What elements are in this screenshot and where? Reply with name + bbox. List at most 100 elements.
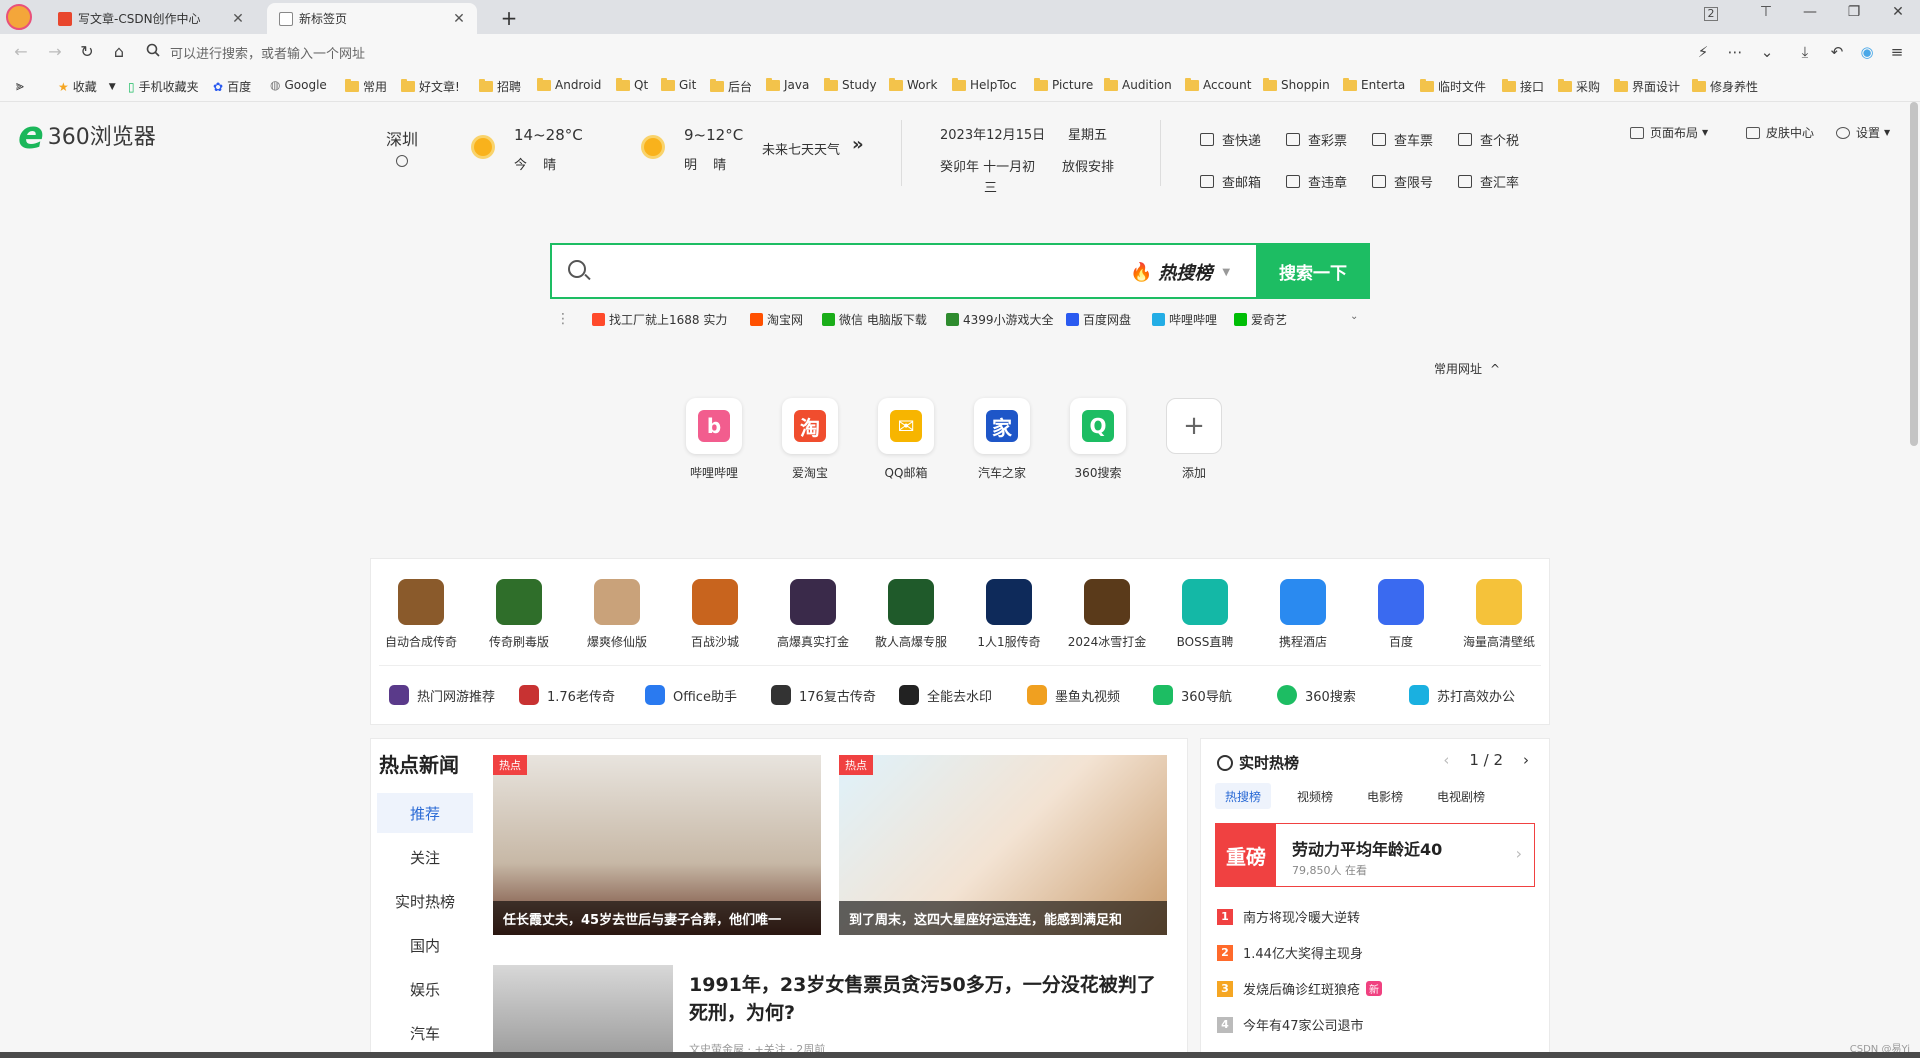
- game-link[interactable]: 360导航: [1153, 685, 1232, 705]
- game-link[interactable]: 360搜索: [1277, 685, 1356, 705]
- chevron-down-icon[interactable]: ⌄: [1350, 311, 1358, 322]
- bookmark-folder[interactable]: 好文章!: [401, 78, 460, 95]
- game-item[interactable]: 爆爽修仙版: [569, 579, 665, 650]
- bookmark-mobile[interactable]: ▯ 手机收藏夹: [128, 78, 199, 95]
- bookmark-baidu[interactable]: ✿ 百度: [213, 78, 251, 95]
- news-category-trending[interactable]: 实时热榜: [377, 881, 473, 921]
- query-plate[interactable]: 查限号: [1372, 172, 1433, 191]
- hot-rank-item[interactable]: 1 南方将现冷暖大逆转: [1217, 907, 1360, 926]
- bookmark-folder[interactable]: HelpToc: [952, 77, 1017, 92]
- game-link[interactable]: 176复古传奇: [771, 685, 876, 705]
- hot-search-dropdown[interactable]: 🔥 热搜榜 ▼: [1130, 259, 1230, 285]
- bookmark-folder[interactable]: Android: [537, 77, 601, 92]
- hot-rank-item[interactable]: 3 发烧后确诊红斑狼疮新: [1217, 979, 1383, 998]
- back-icon[interactable]: ←: [10, 42, 32, 61]
- hot-link[interactable]: 百度网盘: [1066, 311, 1131, 328]
- news-category-auto[interactable]: 汽车: [377, 1013, 473, 1053]
- shortcut-taobao[interactable]: 淘 爱淘宝: [777, 398, 843, 481]
- hot-rank-item[interactable]: 4 今年有47家公司退市: [1217, 1015, 1364, 1034]
- bookmark-folder[interactable]: 招聘: [479, 78, 521, 95]
- more-vertical-icon[interactable]: ⋮: [556, 311, 570, 327]
- settings-button[interactable]: 设置 ▼: [1836, 124, 1890, 141]
- search-button[interactable]: 搜索一下: [1256, 243, 1370, 299]
- sidebar-toggle-icon[interactable]: ⫸: [16, 78, 24, 94]
- game-link[interactable]: Office助手: [645, 685, 737, 705]
- tab-newtab[interactable]: 新标签页 ✕: [267, 3, 477, 34]
- lightning-icon[interactable]: ⚡: [1692, 43, 1714, 61]
- undo-icon[interactable]: ↶: [1826, 43, 1848, 61]
- tab-video[interactable]: 视频榜: [1287, 783, 1343, 809]
- shortcut-add[interactable]: + 添加: [1161, 398, 1227, 481]
- bookmark-favorites[interactable]: ★ 收藏 ▼: [58, 78, 116, 95]
- chevron-down-icon[interactable]: ⌄: [1756, 43, 1778, 61]
- news-card[interactable]: 热点 到了周末，这四大星座好运连连，能感到满足和: [839, 755, 1167, 935]
- query-train[interactable]: 查车票: [1372, 130, 1433, 149]
- forward-icon[interactable]: →: [44, 42, 66, 61]
- app-item[interactable]: 海量高清壁纸: [1451, 579, 1547, 650]
- menu-icon[interactable]: ≡: [1886, 43, 1908, 61]
- top-headline-card[interactable]: 重磅 劳动力平均年龄近40 79,850人 在看 ›: [1215, 823, 1535, 887]
- shortcut-qqmail[interactable]: ✉ QQ邮箱: [873, 398, 939, 481]
- bookmark-folder[interactable]: Git: [661, 77, 696, 92]
- app-item[interactable]: 百度: [1353, 579, 1449, 650]
- bookmark-folder[interactable]: Enterta: [1343, 77, 1405, 92]
- game-link[interactable]: 墨鱼丸视频: [1027, 685, 1120, 705]
- bookmark-folder[interactable]: Study: [824, 77, 877, 92]
- game-link[interactable]: 全能去水印: [899, 685, 992, 705]
- new-tab-button[interactable]: +: [498, 6, 520, 30]
- profile-avatar[interactable]: [6, 4, 32, 30]
- game-link[interactable]: 1.76老传奇: [519, 685, 615, 705]
- hot-link[interactable]: 哔哩哔哩: [1152, 311, 1217, 328]
- game-link[interactable]: 热门网游推荐: [389, 685, 495, 705]
- hot-link[interactable]: 微信 电脑版下载: [822, 311, 927, 328]
- bookmark-folder[interactable]: Java: [766, 77, 809, 92]
- extension-icon[interactable]: ◉: [1856, 43, 1878, 61]
- hot-link[interactable]: 找工厂就上1688 实力: [592, 311, 727, 328]
- hot-rank-item[interactable]: 2 1.44亿大奖得主现身: [1217, 943, 1363, 962]
- skin-shirt-icon[interactable]: ⊤: [1746, 4, 1786, 20]
- shortcut-bilibili[interactable]: b 哔哩哔哩: [681, 398, 747, 481]
- seven-day-forecast-link[interactable]: 未来七天天气: [762, 139, 840, 158]
- game-item[interactable]: 百战沙城: [667, 579, 763, 650]
- hot-link[interactable]: 淘宝网: [750, 311, 803, 328]
- query-tax[interactable]: 查个税: [1458, 130, 1519, 149]
- tab-tv[interactable]: 电视剧榜: [1427, 783, 1495, 809]
- game-link[interactable]: 苏打高效办公: [1409, 685, 1515, 705]
- bookmark-folder[interactable]: 采购: [1558, 78, 1600, 95]
- query-lottery[interactable]: 查彩票: [1286, 130, 1347, 149]
- query-mail[interactable]: 查邮箱: [1200, 172, 1261, 191]
- shortcut-autohome[interactable]: 家 汽车之家: [969, 398, 1035, 481]
- app-item[interactable]: 携程酒店: [1255, 579, 1351, 650]
- next-page-icon[interactable]: ›: [1523, 751, 1529, 769]
- holiday-link[interactable]: 放假安排: [1062, 156, 1114, 175]
- page-scrollbar[interactable]: [1910, 102, 1918, 446]
- tab-hot-search[interactable]: 热搜榜: [1215, 783, 1272, 809]
- page-layout-button[interactable]: 页面布局 ▼: [1630, 124, 1708, 141]
- skin-center-button[interactable]: 皮肤中心: [1746, 124, 1814, 141]
- bookmark-folder[interactable]: Account: [1185, 77, 1251, 92]
- game-item[interactable]: 1人1服传奇: [961, 579, 1057, 650]
- bookmark-folder[interactable]: Picture: [1034, 77, 1093, 92]
- app-item[interactable]: BOSS直聘: [1157, 579, 1253, 650]
- home-icon[interactable]: ⌂: [108, 42, 130, 61]
- bookmark-folder[interactable]: 界面设计: [1614, 78, 1680, 95]
- weather-city[interactable]: 深圳: [386, 126, 418, 150]
- news-thumbnail[interactable]: [493, 965, 673, 1058]
- news-card[interactable]: 热点 任长霞丈夫，45岁去世后与妻子合葬，他们唯一: [493, 755, 821, 935]
- address-input[interactable]: 可以进行搜索，或者输入一个网址: [170, 43, 365, 62]
- bookmark-folder[interactable]: Work: [889, 77, 937, 92]
- news-category-recommend[interactable]: 推荐: [377, 793, 473, 833]
- tab-csdn[interactable]: 写文章-CSDN创作中心 ✕: [46, 3, 256, 34]
- search-box[interactable]: 🔥 热搜榜 ▼: [550, 243, 1370, 299]
- chevron-down-icon[interactable]: ▼: [109, 82, 116, 92]
- more-icon[interactable]: ⋯: [1724, 43, 1746, 61]
- bookmark-folder[interactable]: 临时文件: [1420, 78, 1486, 95]
- game-item[interactable]: 2024冰雪打金: [1059, 579, 1155, 650]
- prev-page-icon[interactable]: ‹: [1443, 751, 1449, 769]
- news-category-follow[interactable]: 关注: [377, 837, 473, 877]
- bookmark-folder[interactable]: Shoppin: [1263, 77, 1330, 92]
- bookmark-folder[interactable]: 接口: [1502, 78, 1544, 95]
- download-icon[interactable]: ⤓: [1794, 43, 1816, 61]
- shortcut-360search[interactable]: Q 360搜索: [1065, 398, 1131, 481]
- bookmark-folder[interactable]: Audition: [1104, 77, 1172, 92]
